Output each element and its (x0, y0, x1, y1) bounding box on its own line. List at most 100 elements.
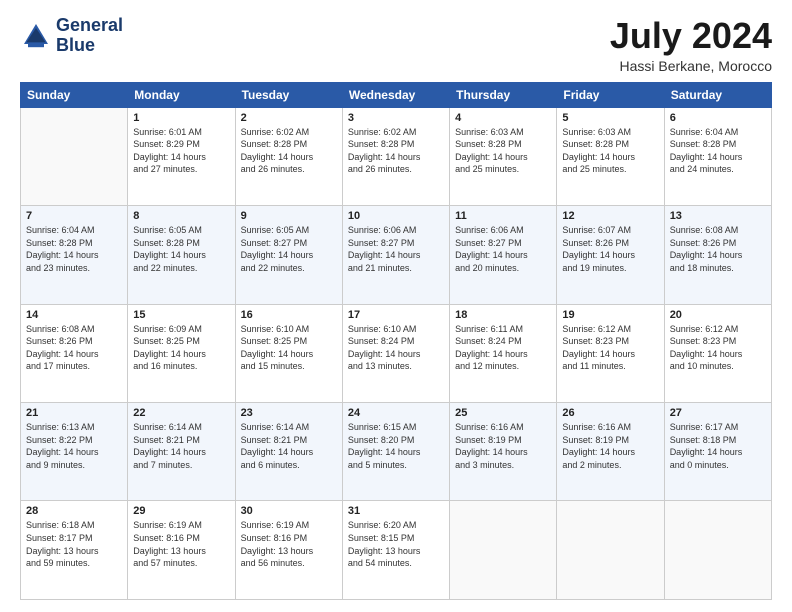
day-number: 18 (455, 309, 551, 321)
calendar-cell (21, 107, 128, 205)
cell-info: Sunrise: 6:02 AM Sunset: 8:28 PM Dayligh… (241, 126, 337, 176)
calendar-cell: 15 Sunrise: 6:09 AM Sunset: 8:25 PM Dayli… (128, 304, 235, 402)
day-number: 9 (241, 210, 337, 222)
calendar-cell: 29Sunrise: 6:19 AM Sunset: 8:16 PM Dayli… (128, 501, 235, 600)
calendar-cell: 19 Sunrise: 6:12 AM Sunset: 8:23 PM Dayli… (557, 304, 664, 402)
calendar-cell: 9 Sunrise: 6:05 AM Sunset: 8:27 PM Daylig… (235, 206, 342, 304)
day-number: 6 (670, 112, 766, 124)
cell-info: Sunrise: 6:17 AM Sunset: 8:18 PM Dayligh… (670, 421, 766, 471)
calendar-cell: 23Sunrise: 6:14 AM Sunset: 8:21 PM Dayli… (235, 403, 342, 501)
calendar-cell: 6 Sunrise: 6:04 AM Sunset: 8:28 PM Daylig… (664, 107, 771, 205)
weekday-header: Tuesday (235, 82, 342, 107)
day-number: 30 (241, 505, 337, 517)
calendar-cell (557, 501, 664, 600)
day-number: 5 (562, 112, 658, 124)
cell-info: Sunrise: 6:03 AM Sunset: 8:28 PM Dayligh… (455, 126, 551, 176)
calendar-cell (664, 501, 771, 600)
logo: General Blue (20, 16, 123, 56)
day-number: 24 (348, 407, 444, 419)
day-number: 26 (562, 407, 658, 419)
header-row: SundayMondayTuesdayWednesdayThursdayFrid… (21, 82, 772, 107)
day-number: 3 (348, 112, 444, 124)
cell-info: Sunrise: 6:08 AM Sunset: 8:26 PM Dayligh… (670, 224, 766, 274)
day-number: 27 (670, 407, 766, 419)
day-number: 25 (455, 407, 551, 419)
logo-icon (20, 20, 52, 52)
calendar-cell: 3 Sunrise: 6:02 AM Sunset: 8:28 PM Daylig… (342, 107, 449, 205)
cell-info: Sunrise: 6:12 AM Sunset: 8:23 PM Dayligh… (562, 323, 658, 373)
cell-info: Sunrise: 6:02 AM Sunset: 8:28 PM Dayligh… (348, 126, 444, 176)
weekday-header: Wednesday (342, 82, 449, 107)
calendar-cell: 22Sunrise: 6:14 AM Sunset: 8:21 PM Dayli… (128, 403, 235, 501)
cell-info: Sunrise: 6:06 AM Sunset: 8:27 PM Dayligh… (348, 224, 444, 274)
weekday-header: Saturday (664, 82, 771, 107)
day-number: 7 (26, 210, 122, 222)
calendar-week-row: 14 Sunrise: 6:08 AM Sunset: 8:26 PM Dayli… (21, 304, 772, 402)
logo-line2: Blue (56, 36, 123, 56)
page: General Blue July 2024 Hassi Berkane, Mo… (0, 0, 792, 612)
calendar-cell: 11 Sunrise: 6:06 AM Sunset: 8:27 PM Dayli… (450, 206, 557, 304)
title-block: July 2024 Hassi Berkane, Morocco (610, 16, 772, 74)
weekday-header: Sunday (21, 82, 128, 107)
day-number: 14 (26, 309, 122, 321)
day-number: 23 (241, 407, 337, 419)
calendar-cell: 2 Sunrise: 6:02 AM Sunset: 8:28 PM Daylig… (235, 107, 342, 205)
cell-info: Sunrise: 6:08 AM Sunset: 8:26 PM Dayligh… (26, 323, 122, 373)
cell-info: Sunrise: 6:06 AM Sunset: 8:27 PM Dayligh… (455, 224, 551, 274)
calendar-cell: 4 Sunrise: 6:03 AM Sunset: 8:28 PM Daylig… (450, 107, 557, 205)
day-number: 1 (133, 112, 229, 124)
calendar-cell: 17Sunrise: 6:10 AM Sunset: 8:24 PM Dayli… (342, 304, 449, 402)
cell-info: Sunrise: 6:04 AM Sunset: 8:28 PM Dayligh… (670, 126, 766, 176)
calendar-cell: 13Sunrise: 6:08 AM Sunset: 8:26 PM Dayli… (664, 206, 771, 304)
cell-info: Sunrise: 6:13 AM Sunset: 8:22 PM Dayligh… (26, 421, 122, 471)
day-number: 21 (26, 407, 122, 419)
cell-info: Sunrise: 6:10 AM Sunset: 8:24 PM Dayligh… (348, 323, 444, 373)
cell-info: Sunrise: 6:10 AM Sunset: 8:25 PM Dayligh… (241, 323, 337, 373)
cell-info: Sunrise: 6:09 AM Sunset: 8:25 PM Dayligh… (133, 323, 229, 373)
calendar-cell: 12 Sunrise: 6:07 AM Sunset: 8:26 PM Dayli… (557, 206, 664, 304)
day-number: 8 (133, 210, 229, 222)
day-number: 12 (562, 210, 658, 222)
cell-info: Sunrise: 6:05 AM Sunset: 8:28 PM Dayligh… (133, 224, 229, 274)
calendar-cell: 7Sunrise: 6:04 AM Sunset: 8:28 PM Daylig… (21, 206, 128, 304)
calendar-week-row: 7Sunrise: 6:04 AM Sunset: 8:28 PM Daylig… (21, 206, 772, 304)
logo-text: General Blue (56, 16, 123, 56)
day-number: 19 (562, 309, 658, 321)
month-title: July 2024 (610, 16, 772, 56)
calendar-cell: 28 Sunrise: 6:18 AM Sunset: 8:17 PM Dayli… (21, 501, 128, 600)
calendar-cell (450, 501, 557, 600)
day-number: 16 (241, 309, 337, 321)
cell-info: Sunrise: 6:03 AM Sunset: 8:28 PM Dayligh… (562, 126, 658, 176)
calendar-cell: 26Sunrise: 6:16 AM Sunset: 8:19 PM Dayli… (557, 403, 664, 501)
calendar-cell: 1Sunrise: 6:01 AM Sunset: 8:29 PM Daylig… (128, 107, 235, 205)
weekday-header: Friday (557, 82, 664, 107)
cell-info: Sunrise: 6:16 AM Sunset: 8:19 PM Dayligh… (455, 421, 551, 471)
calendar-cell: 31Sunrise: 6:20 AM Sunset: 8:15 PM Dayli… (342, 501, 449, 600)
location: Hassi Berkane, Morocco (610, 58, 772, 74)
day-number: 28 (26, 505, 122, 517)
day-number: 4 (455, 112, 551, 124)
calendar-cell: 5 Sunrise: 6:03 AM Sunset: 8:28 PM Daylig… (557, 107, 664, 205)
calendar-week-row: 1Sunrise: 6:01 AM Sunset: 8:29 PM Daylig… (21, 107, 772, 205)
day-number: 11 (455, 210, 551, 222)
day-number: 2 (241, 112, 337, 124)
calendar-cell: 21 Sunrise: 6:13 AM Sunset: 8:22 PM Dayli… (21, 403, 128, 501)
calendar-cell: 30 Sunrise: 6:19 AM Sunset: 8:16 PM Dayli… (235, 501, 342, 600)
cell-info: Sunrise: 6:12 AM Sunset: 8:23 PM Dayligh… (670, 323, 766, 373)
calendar-cell: 20Sunrise: 6:12 AM Sunset: 8:23 PM Dayli… (664, 304, 771, 402)
cell-info: Sunrise: 6:18 AM Sunset: 8:17 PM Dayligh… (26, 519, 122, 569)
calendar-cell: 25 Sunrise: 6:16 AM Sunset: 8:19 PM Dayli… (450, 403, 557, 501)
calendar-cell: 8 Sunrise: 6:05 AM Sunset: 8:28 PM Daylig… (128, 206, 235, 304)
cell-info: Sunrise: 6:19 AM Sunset: 8:16 PM Dayligh… (241, 519, 337, 569)
day-number: 15 (133, 309, 229, 321)
cell-info: Sunrise: 6:05 AM Sunset: 8:27 PM Dayligh… (241, 224, 337, 274)
calendar-cell: 18Sunrise: 6:11 AM Sunset: 8:24 PM Dayli… (450, 304, 557, 402)
weekday-header: Monday (128, 82, 235, 107)
weekday-header: Thursday (450, 82, 557, 107)
cell-info: Sunrise: 6:07 AM Sunset: 8:26 PM Dayligh… (562, 224, 658, 274)
calendar-cell: 14 Sunrise: 6:08 AM Sunset: 8:26 PM Dayli… (21, 304, 128, 402)
calendar-week-row: 28 Sunrise: 6:18 AM Sunset: 8:17 PM Dayli… (21, 501, 772, 600)
cell-info: Sunrise: 6:15 AM Sunset: 8:20 PM Dayligh… (348, 421, 444, 471)
logo-line1: General (56, 16, 123, 36)
day-number: 31 (348, 505, 444, 517)
